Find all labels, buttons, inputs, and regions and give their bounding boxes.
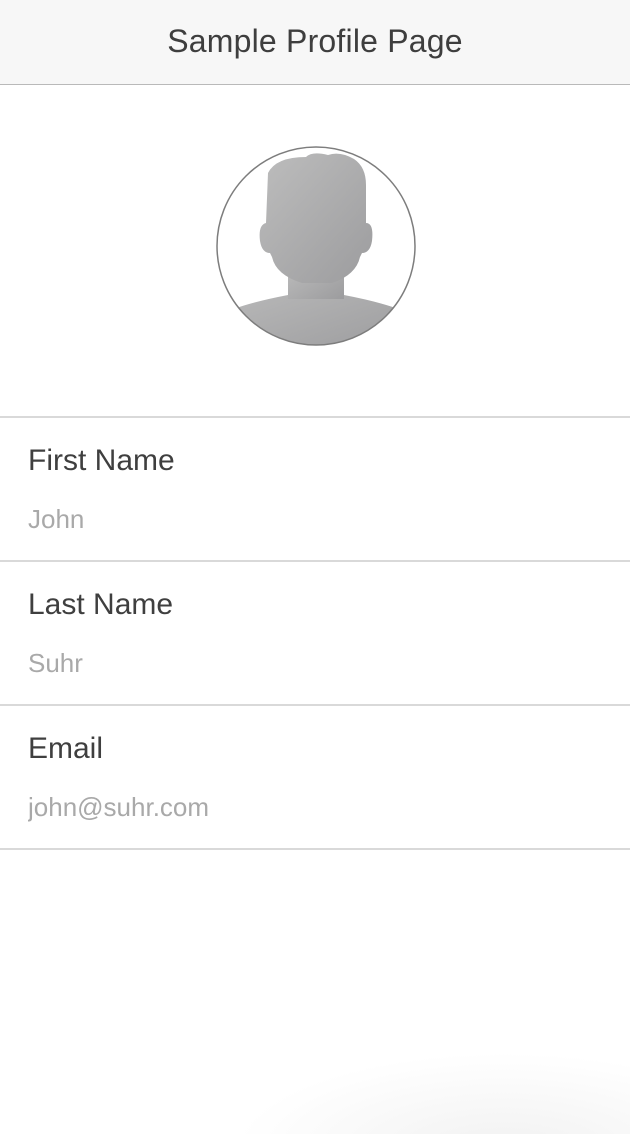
person-silhouette-icon: [216, 146, 416, 346]
first-name-label: First Name: [28, 444, 175, 477]
email-row: Email: [0, 706, 630, 850]
last-name-row: Last Name: [0, 562, 630, 706]
first-name-field[interactable]: [28, 504, 588, 535]
profile-screen: Sample Profile Page First Name John Last…: [0, 0, 630, 1134]
email-label: Email: [28, 732, 104, 765]
first-name-row: First Name: [0, 418, 630, 562]
navigation-bar: Sample Profile Page: [0, 0, 630, 85]
email-field[interactable]: [28, 792, 588, 823]
avatar[interactable]: [216, 145, 416, 347]
last-name-label: Last Name: [28, 588, 174, 621]
page-title: Sample Profile Page: [167, 22, 463, 59]
corner-shadow: [210, 1044, 630, 1134]
profile-fields-list: First Name Last Name Email: [0, 416, 630, 850]
last-name-field[interactable]: [28, 648, 588, 679]
